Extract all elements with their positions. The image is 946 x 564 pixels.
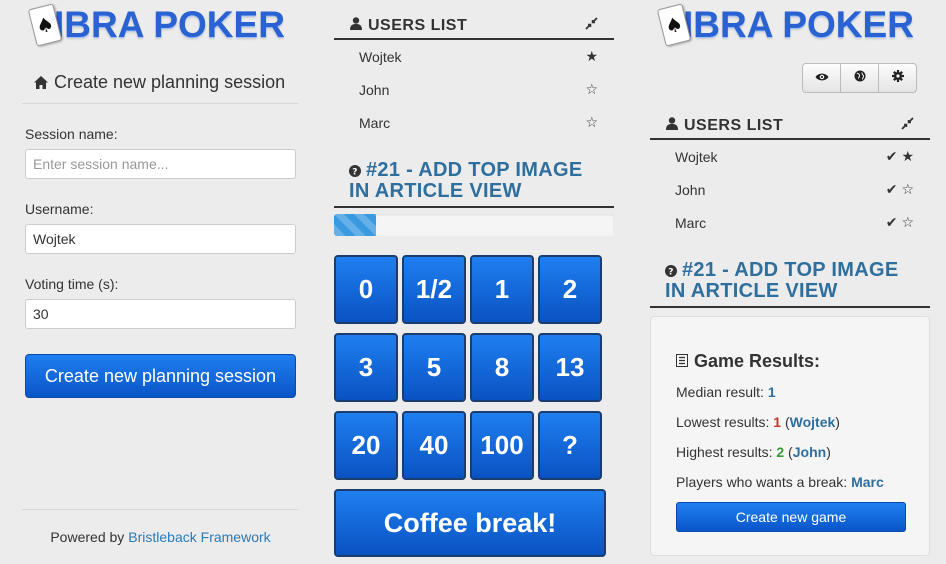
users-list-title: USERS LIST — [368, 17, 468, 34]
voting-progress — [334, 214, 614, 236]
vote-card[interactable]: 3 — [334, 333, 398, 402]
username-input[interactable] — [25, 224, 296, 254]
framework-link[interactable]: Bristleback Framework — [128, 529, 270, 545]
highest-user: John — [792, 444, 827, 460]
page-title-text: Create new planning session — [54, 72, 286, 92]
session-name-input[interactable] — [25, 149, 296, 179]
user-name: Marc — [675, 214, 707, 231]
user-name: Marc — [359, 114, 391, 131]
star-icon: ☆ — [901, 214, 914, 231]
settings-button[interactable] — [878, 63, 917, 93]
vote-card[interactable]: 20 — [334, 411, 398, 480]
logo: ♠ IBRA POKER — [656, 3, 914, 47]
footer-text: Powered by — [50, 529, 125, 545]
story-title: ? #21 - ADD TOP IMAGE IN ARTICLE VIEW — [650, 260, 930, 308]
footer: Powered by Bristleback Framework — [22, 509, 299, 564]
vote-card[interactable]: 5 — [402, 333, 466, 402]
vote-card[interactable]: 13 — [538, 333, 602, 402]
story-title-line1: #21 - ADD TOP IMAGE — [366, 159, 583, 181]
svg-text:?: ? — [668, 267, 674, 277]
users-list-title: USERS LIST — [684, 117, 784, 134]
create-session-panel: ♠ IBRA POKER Create new planning session… — [22, 0, 299, 564]
highest-result: Highest results: 2 (John) — [676, 444, 831, 460]
median-result: Median result: 1 — [676, 384, 776, 400]
coffee-break-button[interactable]: Coffee break! — [334, 489, 606, 557]
page-title: Create new planning session — [22, 62, 299, 104]
lowest-user: Wojtek — [789, 414, 836, 430]
collapse-icon[interactable] — [585, 17, 598, 35]
star-icon: ★ — [901, 148, 914, 165]
game-results-title: Game Results: — [676, 351, 820, 372]
star-icon: ☆ — [585, 114, 598, 131]
globe-icon — [854, 69, 866, 87]
logo: ♠ IBRA POKER — [27, 3, 285, 47]
toolbar — [802, 63, 917, 93]
star-icon: ★ — [585, 48, 598, 65]
user-row: Marc ✔ ☆ — [650, 206, 930, 239]
users-list-header: USERS LIST — [650, 114, 930, 140]
story-title-line1: #21 - ADD TOP IMAGE — [682, 259, 899, 281]
user-row: Wojtek ★ — [334, 40, 614, 73]
story-title-line2: IN ARTICLE VIEW — [665, 279, 838, 302]
check-icon: ✔ — [885, 181, 898, 198]
question-icon: ? — [665, 261, 677, 281]
users-list-header: USERS LIST — [334, 14, 614, 40]
median-label: Median result: — [676, 384, 764, 400]
lowest-result: Lowest results: 1 (Wojtek) — [676, 414, 840, 430]
check-icon: ✔ — [885, 214, 898, 231]
break-user: Marc — [851, 474, 884, 490]
game-results-title-text: Game Results: — [694, 351, 821, 371]
user-icon — [350, 17, 362, 35]
vote-card[interactable]: 40 — [402, 411, 466, 480]
globe-button[interactable] — [840, 63, 879, 93]
highest-label: Highest results: — [676, 444, 773, 460]
star-icon: ☆ — [585, 81, 598, 98]
story-title: ? #21 - ADD TOP IMAGE IN ARTICLE VIEW — [334, 160, 614, 208]
collapse-icon[interactable] — [901, 117, 914, 135]
break-result: Players who wants a break: Marc — [676, 474, 884, 490]
gear-icon — [891, 69, 904, 87]
question-icon: ? — [349, 161, 361, 181]
user-name: Wojtek — [675, 148, 718, 165]
story-title-line2: IN ARTICLE VIEW — [349, 179, 522, 202]
home-icon — [34, 76, 48, 89]
user-name: Wojtek — [359, 48, 402, 65]
user-name: John — [359, 81, 390, 98]
lowest-label: Lowest results: — [676, 414, 770, 430]
eye-button[interactable] — [802, 63, 841, 93]
session-name-label: Session name: — [25, 126, 118, 142]
logo-text: IBRA POKER — [54, 4, 285, 45]
vote-card[interactable]: ? — [538, 411, 602, 480]
user-row: Wojtek ✔ ★ — [650, 140, 930, 173]
star-icon: ☆ — [901, 181, 914, 198]
vote-card[interactable]: 8 — [470, 333, 534, 402]
median-value: 1 — [767, 384, 776, 400]
voting-time-input[interactable] — [25, 299, 296, 329]
vote-card[interactable]: 2 — [538, 255, 602, 324]
vote-card[interactable]: 1/2 — [402, 255, 466, 324]
svg-text:?: ? — [352, 167, 358, 177]
user-row: John ☆ — [334, 73, 614, 106]
list-icon — [676, 351, 688, 372]
logo-text: IBRA POKER — [683, 4, 914, 45]
check-icon: ✔ — [885, 148, 898, 165]
vote-card[interactable]: 100 — [470, 411, 534, 480]
create-session-button[interactable]: Create new planning session — [25, 354, 296, 398]
user-row: Marc ☆ — [334, 106, 614, 139]
user-row: John ✔ ☆ — [650, 173, 930, 206]
username-label: Username: — [25, 201, 94, 217]
eye-icon — [815, 69, 829, 87]
user-icon — [666, 117, 678, 135]
create-new-game-button[interactable]: Create new game — [676, 502, 906, 532]
vote-card[interactable]: 1 — [470, 255, 534, 324]
voting-time-label: Voting time (s): — [25, 276, 119, 292]
user-name: John — [675, 181, 706, 198]
highest-value: 2 — [776, 444, 785, 460]
voting-progress-bar — [334, 214, 376, 236]
lowest-value: 1 — [773, 414, 782, 430]
vote-card[interactable]: 0 — [334, 255, 398, 324]
break-label: Players who wants a break: — [676, 474, 848, 490]
game-results-box: Game Results: Median result: 1 Lowest re… — [650, 316, 930, 556]
